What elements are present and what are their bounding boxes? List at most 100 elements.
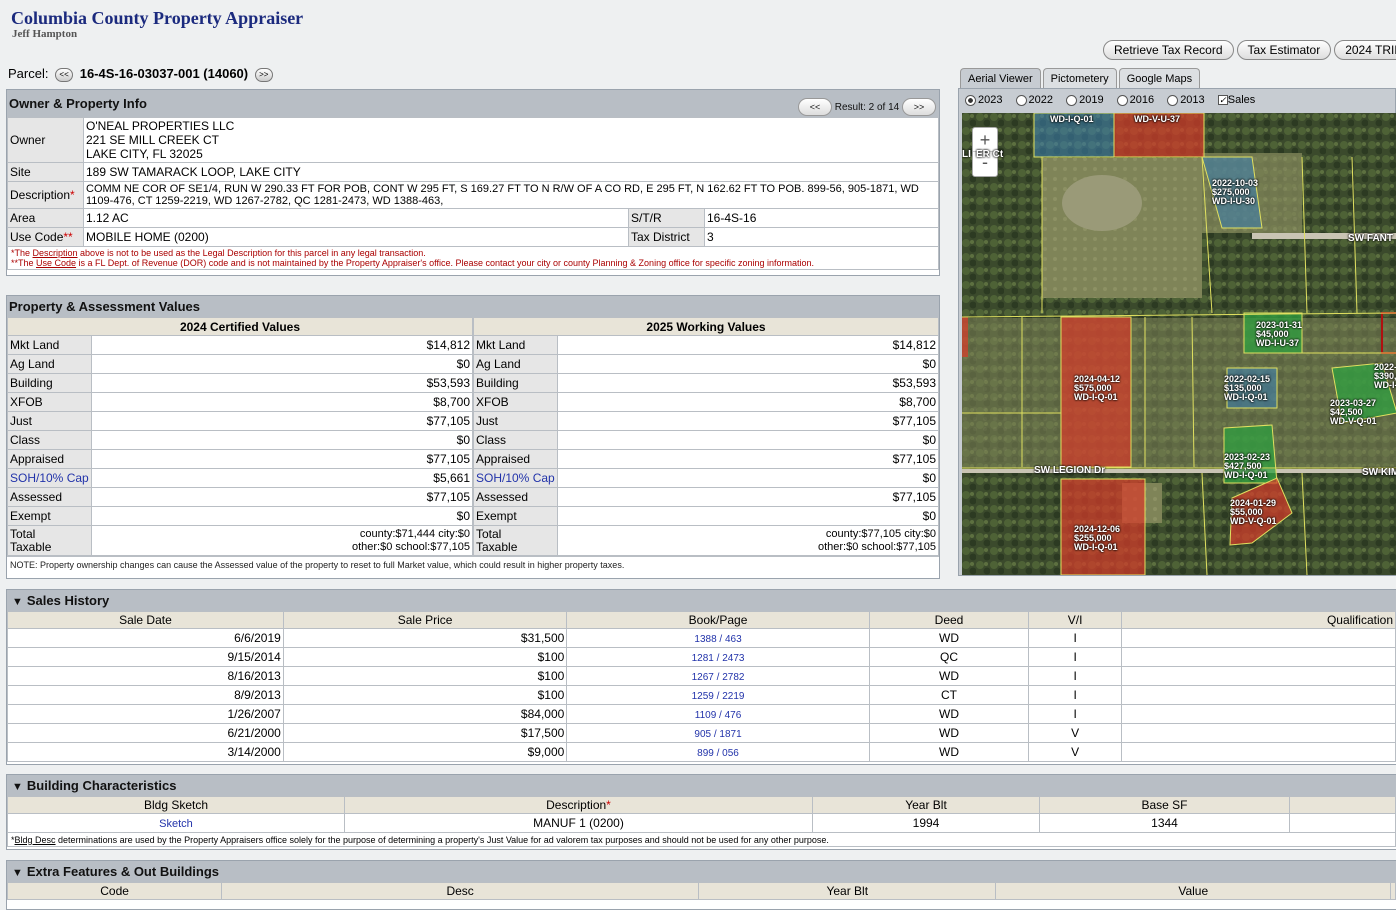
road-label: LI: [962, 149, 971, 160]
aerial-map[interactable]: + - WD-I-Q-01 WD-V-U-37 2022-10-03 $275,000…: [962, 113, 1396, 575]
year-option-2013[interactable]: 2013: [1167, 94, 1205, 106]
str-label: S/T/R: [628, 208, 705, 228]
tab-aerial-viewer[interactable]: Aerial Viewer: [960, 68, 1041, 88]
result-prev-button[interactable]: <<: [797, 98, 832, 117]
building-note: *Bldg Desc determinations are used by th…: [7, 832, 1396, 847]
str-value: 16-4S-16: [704, 208, 939, 228]
trim-pdf-button[interactable]: 2024 TRIM (pdf): [1334, 40, 1396, 60]
sale-map-label: WD-I-Q-01: [1224, 392, 1268, 402]
value-row: Just $77,105: [7, 411, 474, 431]
book-page-link[interactable]: 905 / 1871: [566, 723, 870, 743]
parcel-prev-button[interactable]: <<: [55, 67, 74, 82]
tab-pictometery[interactable]: Pictometery: [1042, 68, 1117, 88]
tax-estimator-button[interactable]: Tax Estimator: [1236, 40, 1332, 60]
value-amount: $0: [90, 354, 474, 374]
value-label: Just: [473, 411, 558, 431]
values-note: NOTE: Property ownership changes can cau…: [7, 556, 939, 573]
parcel-next-button[interactable]: >>: [254, 67, 273, 82]
deed-type: WD: [868, 723, 1030, 743]
total-taxable-label: Total Taxable: [473, 525, 558, 556]
year-option-2023[interactable]: 2023: [965, 94, 1002, 106]
total-taxable-values: county:$77,105 city:$0 other:$0 school:$7…: [556, 525, 940, 556]
sketch-link[interactable]: Sketch: [7, 813, 345, 833]
extra-features-header[interactable]: ▼ Extra Features & Out Buildings: [7, 861, 1396, 882]
sale-map-label: WD-I-Q-01: [1224, 470, 1268, 480]
vi-code: I: [1028, 647, 1122, 667]
value-amount: $0: [556, 468, 940, 488]
description-value: COMM NE COR OF SE1/4, RUN W 290.33 FT FO…: [83, 181, 939, 209]
value-label: Just: [7, 411, 92, 431]
value-label: Mkt Land: [473, 335, 558, 355]
qualification: [1120, 742, 1396, 762]
value-label: Class: [473, 430, 558, 450]
value-amount: $8,700: [556, 392, 940, 412]
value-row: Mkt Land $14,812: [7, 335, 474, 355]
value-row: Mkt Land $14,812: [473, 335, 940, 355]
book-page-link[interactable]: 899 / 056: [566, 742, 870, 762]
owner-panel-title: Owner & Property Info << Result: 2 of 14…: [7, 90, 939, 117]
value-row: Ag Land $0: [473, 354, 940, 374]
description-link[interactable]: Description: [33, 248, 78, 258]
book-page-link[interactable]: 1109 / 476: [566, 704, 870, 724]
sale-price: $9,000: [282, 742, 568, 762]
total-taxable-row: Total Taxable county:$71,444 city:$0 other:…: [7, 525, 474, 556]
value-amount: $77,105: [556, 411, 940, 431]
retrieve-tax-record-button[interactable]: Retrieve Tax Record: [1103, 40, 1234, 60]
vi-code: V: [1028, 723, 1122, 743]
qualification: [1120, 647, 1396, 667]
building-table: Bldg Sketch Description* Year Blt Base S…: [7, 796, 1396, 847]
value-label: Assessed: [7, 487, 92, 507]
year-selector: 2023 2022 2019 2016 2013 ✓Sales: [965, 94, 1265, 106]
year-option-2019[interactable]: 2019: [1066, 94, 1104, 106]
owner-table: Owner O'NEAL PROPERTIES LLC 221 SE MILL …: [7, 117, 939, 270]
tab-google-maps[interactable]: Google Maps: [1118, 68, 1201, 88]
value-amount: $77,105: [556, 487, 940, 507]
table-row: 6/6/2019 $31,500 1388 / 463 WD I: [7, 628, 1396, 648]
owner-name: O'NEAL PROPERTIES LLC: [86, 119, 235, 133]
value-row: SOH/10% Cap $5,661: [7, 468, 474, 488]
assessment-values-panel: Property & Assessment Values 2024 Certif…: [6, 295, 940, 579]
book-page-link[interactable]: 1259 / 2219: [566, 685, 870, 705]
working-values-header: 2025 Working Values: [473, 317, 939, 336]
book-page-link[interactable]: 1267 / 2782: [566, 666, 870, 686]
building-header[interactable]: ▼ Building Characteristics: [7, 775, 1396, 796]
value-label: Class: [7, 430, 92, 450]
book-page-link[interactable]: 1281 / 2473: [566, 647, 870, 667]
value-label[interactable]: SOH/10% Cap: [473, 468, 558, 488]
site-title[interactable]: Columbia County Property Appraiser: [11, 8, 303, 29]
col-sale-date: Sale Date: [7, 611, 284, 629]
value-label: Building: [473, 373, 558, 393]
use-code-value: MOBILE HOME (0200): [83, 227, 629, 247]
result-next-button[interactable]: >>: [902, 98, 936, 117]
parcel-row: Parcel: << 16-4S-16-03037-001 (14060) >>: [8, 66, 276, 84]
value-label: Exempt: [473, 506, 558, 526]
sale-price: $84,000: [282, 704, 568, 724]
collapse-triangle-icon[interactable]: ▼: [12, 596, 23, 608]
vi-code: V: [1028, 742, 1122, 762]
vi-code: I: [1028, 685, 1122, 705]
value-row: Building $53,593: [7, 373, 474, 393]
collapse-triangle-icon[interactable]: ▼: [12, 781, 23, 793]
year-option-2022[interactable]: 2022: [1015, 94, 1053, 106]
value-amount: $5,661: [90, 468, 474, 488]
year-option-2016[interactable]: 2016: [1116, 94, 1154, 106]
value-label[interactable]: SOH/10% Cap: [7, 468, 92, 488]
sales-history-header[interactable]: ▼ Sales History: [7, 590, 1396, 611]
value-amount: $53,593: [556, 373, 940, 393]
col-extra: [1289, 796, 1396, 814]
collapse-triangle-icon[interactable]: ▼: [12, 867, 23, 879]
owner-notes: *The Description above is not to be used…: [7, 246, 939, 270]
owner-label: Owner: [7, 117, 84, 163]
deed-type: WD: [868, 704, 1030, 724]
use-code-link[interactable]: Use Code: [36, 258, 76, 268]
bldg-base-sf: 1344: [1039, 813, 1290, 833]
sale-date: 6/6/2019: [7, 628, 284, 648]
sale-date: 1/26/2007: [7, 704, 284, 724]
sale-price: $100: [282, 666, 568, 686]
value-row: XFOB $8,700: [473, 392, 940, 412]
total-taxable-row: Total Taxable county:$77,105 city:$0 other:…: [473, 525, 940, 556]
bldg-desc-link[interactable]: Bldg Desc: [15, 835, 56, 845]
sale-map-label: WD-V-Q-01: [1330, 416, 1377, 426]
sales-checkbox[interactable]: ✓Sales: [1217, 94, 1255, 106]
book-page-link[interactable]: 1388 / 463: [566, 628, 870, 648]
